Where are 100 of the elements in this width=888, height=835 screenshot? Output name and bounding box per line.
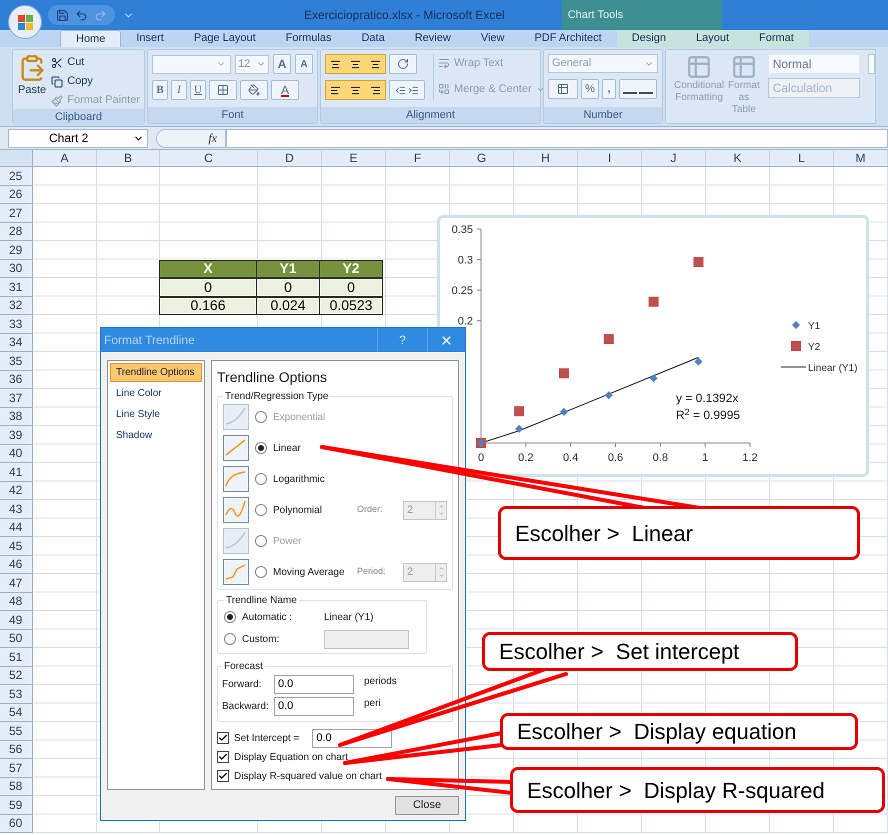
row-header[interactable]: 38: [0, 408, 33, 426]
chart-area[interactable]: 0.2 0.25 0.3 0.35 0 0.2 0.4 0.6 0.8 1 1.2 Y1 Y2 Linear (Y1) y = 0.1392x R$^{2}$ = 0.9995: [437, 215, 869, 477]
forecast-field[interactable]: 0.0: [274, 696, 354, 716]
radio-button[interactable]: [224, 633, 236, 645]
row-header[interactable]: 41: [0, 463, 33, 482]
radio-button[interactable]: [255, 566, 267, 578]
ribbon-tab[interactable]: Design: [616, 30, 681, 47]
column-header[interactable]: G: [450, 150, 514, 166]
row-header[interactable]: 58: [0, 778, 33, 796]
category-item[interactable]: Trendline Options: [110, 363, 202, 382]
function-button[interactable]: fx: [156, 128, 226, 148]
row-header[interactable]: 36: [0, 370, 33, 389]
name-box[interactable]: Chart 2: [8, 128, 148, 148]
column-header[interactable]: L: [770, 150, 834, 166]
row-header[interactable]: 59: [0, 796, 33, 814]
row-header[interactable]: 56: [0, 740, 33, 759]
category-item[interactable]: Shadow: [108, 426, 204, 445]
undo-icon[interactable]: [75, 8, 88, 22]
radio-button[interactable]: [255, 442, 267, 454]
font-color-button[interactable]: A: [271, 80, 299, 100]
row-header[interactable]: 29: [0, 241, 33, 260]
checkbox[interactable]: [217, 770, 229, 782]
column-header[interactable]: F: [386, 150, 450, 166]
row-header[interactable]: 27: [0, 204, 33, 222]
row-header[interactable]: 47: [0, 574, 33, 592]
row-header[interactable]: 60: [0, 814, 33, 833]
row-header[interactable]: 57: [0, 759, 33, 778]
row-header[interactable]: 34: [0, 334, 33, 352]
column-header[interactable]: B: [97, 150, 160, 166]
category-item[interactable]: Line Style: [108, 405, 204, 424]
percent-button[interactable]: %: [581, 79, 599, 99]
radio-button[interactable]: [255, 473, 267, 485]
row-header[interactable]: 37: [0, 389, 33, 408]
row-header[interactable]: 49: [0, 611, 33, 630]
column-header[interactable]: I: [578, 150, 642, 166]
table-icon: [557, 83, 569, 95]
row-header[interactable]: 51: [0, 648, 33, 666]
row-header[interactable]: 53: [0, 685, 33, 704]
row-header[interactable]: 52: [0, 666, 33, 685]
formula-field[interactable]: [226, 128, 888, 148]
font-style-button[interactable]: B: [152, 80, 168, 100]
vertical-align-buttons[interactable]: [325, 54, 386, 74]
cell-style-item[interactable]: Normal: [768, 54, 860, 74]
horizontal-align-buttons[interactable]: [325, 80, 386, 100]
column-header[interactable]: E: [322, 150, 386, 166]
row-header[interactable]: 46: [0, 556, 33, 574]
row-header[interactable]: 30: [0, 260, 33, 278]
radio-button[interactable]: [255, 504, 267, 516]
borders-button[interactable]: [209, 80, 237, 100]
column-header[interactable]: J: [642, 150, 706, 166]
decimal-buttons[interactable]: [619, 79, 657, 99]
clipboard-command[interactable]: Copy: [51, 73, 140, 90]
save-icon[interactable]: [56, 8, 69, 22]
row-header[interactable]: 50: [0, 630, 33, 648]
row-header[interactable]: 31: [0, 278, 33, 296]
column-header[interactable]: A: [33, 150, 97, 166]
comma-button[interactable]: ,: [602, 79, 616, 99]
checkbox[interactable]: [217, 751, 229, 763]
paste-button[interactable]: Paste: [17, 54, 48, 109]
currency-button[interactable]: [548, 79, 578, 99]
category-item[interactable]: Line Color: [108, 384, 204, 403]
clipboard-command[interactable]: Cut: [51, 54, 140, 71]
row-header[interactable]: 55: [0, 722, 33, 740]
radio-button[interactable]: [224, 611, 236, 623]
column-header[interactable]: C: [160, 150, 258, 166]
row-header[interactable]: 26: [0, 186, 33, 204]
row-header[interactable]: 35: [0, 352, 33, 370]
cell-style-item[interactable]: [868, 54, 875, 74]
office-button[interactable]: [8, 5, 42, 39]
close-dialog-button[interactable]: Close: [395, 796, 459, 815]
row-header[interactable]: 45: [0, 537, 33, 556]
grow-font-button[interactable]: A: [273, 54, 292, 74]
row-header[interactable]: 42: [0, 482, 33, 500]
row-header[interactable]: 28: [0, 222, 33, 241]
ribbon-tab[interactable]: Layout: [680, 30, 744, 47]
forecast-field[interactable]: 0.0: [274, 674, 354, 694]
row-header[interactable]: 54: [0, 704, 33, 722]
row-header[interactable]: 32: [0, 296, 33, 315]
column-header[interactable]: K: [706, 150, 770, 166]
row-header[interactable]: 44: [0, 518, 33, 537]
column-header[interactable]: H: [514, 150, 578, 166]
row-header[interactable]: 33: [0, 315, 33, 334]
row-header[interactable]: 48: [0, 592, 33, 611]
ribbon-tab[interactable]: Home: [60, 30, 122, 47]
ribbon-tab[interactable]: Format: [744, 30, 809, 47]
fill-color-button[interactable]: [240, 80, 268, 100]
row-header[interactable]: 40: [0, 444, 33, 463]
indent-buttons[interactable]: [389, 80, 425, 100]
custom-name-field[interactable]: [324, 630, 409, 648]
font-style-button[interactable]: I: [171, 80, 187, 100]
orientation-button[interactable]: [389, 54, 417, 74]
column-header[interactable]: M: [834, 150, 888, 166]
row-header[interactable]: 39: [0, 426, 33, 444]
shrink-font-button[interactable]: A: [295, 54, 313, 74]
row-header[interactable]: 25: [0, 167, 33, 186]
checkbox[interactable]: [217, 732, 229, 744]
row-header[interactable]: 43: [0, 500, 33, 518]
font-name-field[interactable]: [152, 54, 232, 74]
font-style-button[interactable]: U: [190, 80, 206, 100]
column-header[interactable]: D: [258, 150, 322, 166]
